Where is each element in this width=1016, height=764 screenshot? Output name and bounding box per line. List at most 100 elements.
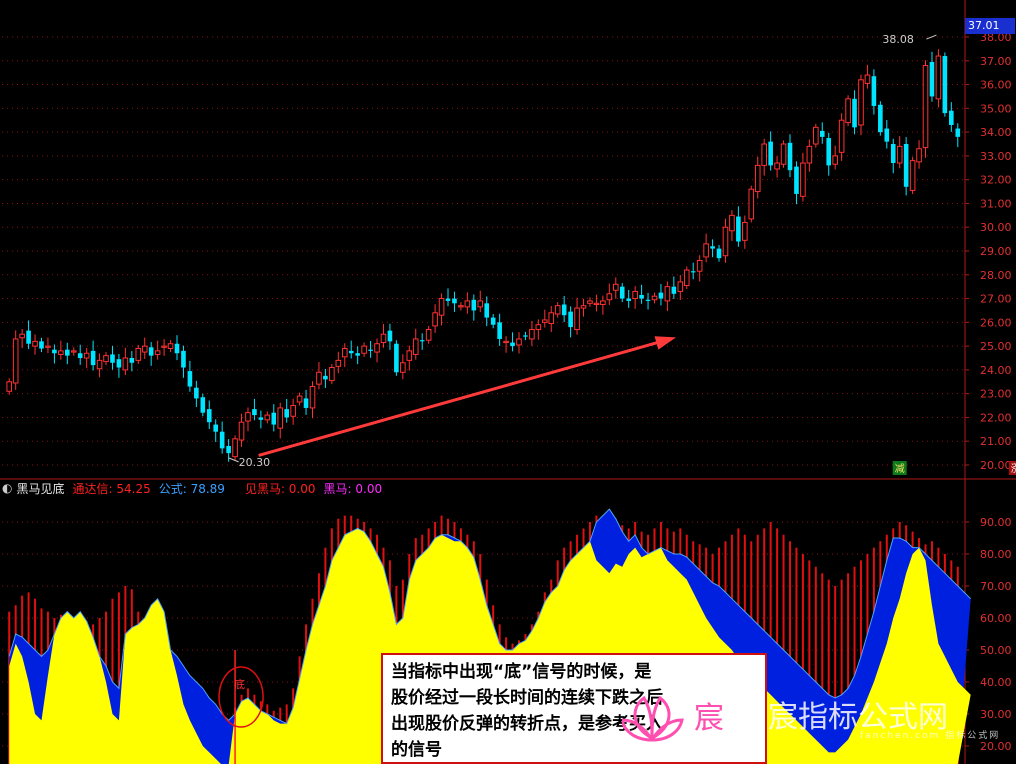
candle-body: [39, 341, 44, 349]
candle-body: [232, 438, 238, 458]
candle-body: [774, 162, 780, 170]
price-tick-label: 32.00: [980, 174, 1012, 187]
candle-body: [651, 295, 658, 301]
annotation-box: 当指标中出现“底”信号的时候，是 股价经过一段长时间的连续下跌之后 出现股价反弹…: [381, 653, 767, 764]
price-tick-label: 20.00: [980, 459, 1012, 472]
candle-body: [110, 354, 115, 363]
candle-body: [445, 298, 451, 301]
candle-body: [161, 345, 167, 348]
signal-label: 底: [234, 677, 245, 691]
candle-body: [303, 398, 309, 408]
trend-arrow-shaft: [258, 337, 671, 457]
candle-body: [529, 328, 535, 340]
annotation-line: 当指标中出现“底”信号的时候，是: [391, 662, 652, 682]
price-tick-label: 22.00: [980, 411, 1012, 424]
candle-body: [806, 145, 813, 164]
candle-body: [942, 56, 948, 114]
price-tick-label: 31.00: [980, 197, 1012, 210]
candle-body: [884, 128, 890, 142]
candle-body: [329, 367, 335, 382]
candle-body: [90, 350, 96, 366]
candle-body: [70, 350, 77, 353]
candle-body: [154, 350, 161, 355]
param-3: 见黑马: 0.00: [244, 481, 316, 496]
candle-body: [432, 312, 438, 327]
price-tick-label: 24.00: [980, 364, 1012, 377]
candle-body: [703, 243, 709, 258]
candle-body: [838, 119, 845, 153]
collapse-icon[interactable]: ◐: [2, 481, 12, 495]
price-tick-label: 28.00: [980, 269, 1012, 282]
price-tick-label: 21.00: [980, 435, 1012, 448]
candle-body: [458, 305, 464, 308]
candle-body: [612, 283, 619, 291]
candle-body: [252, 409, 257, 416]
price-tick-label: 33.00: [980, 150, 1012, 163]
candle-body: [116, 359, 122, 368]
candle-body: [858, 79, 864, 126]
param-1: 通达信: 54.25: [72, 481, 151, 496]
candle-body: [606, 293, 613, 301]
candle-body: [658, 292, 664, 299]
candle-body: [819, 130, 825, 137]
candle-body: [258, 417, 264, 420]
candle-body: [754, 164, 761, 193]
candle-body: [619, 286, 625, 299]
candle-body: [768, 141, 773, 166]
candle-body: [129, 358, 135, 363]
candle-body: [677, 281, 684, 292]
candle-body: [909, 160, 916, 191]
indicator-tick-label: 20.00: [980, 740, 1012, 753]
candle-body: [296, 395, 303, 403]
indicator-name[interactable]: 黑马见底: [16, 480, 64, 497]
candle-body: [335, 359, 342, 367]
candle-body: [794, 166, 799, 194]
candle-body: [290, 405, 296, 417]
candle-body: [167, 343, 174, 349]
candle-body: [181, 350, 186, 368]
candle-body: [245, 412, 251, 422]
candle-body: [32, 340, 38, 347]
candle-body: [174, 343, 180, 354]
candle-body: [639, 294, 644, 299]
candle-body: [45, 345, 51, 348]
candle-body: [916, 148, 922, 163]
candle-body: [96, 359, 103, 370]
low-label-pointer: [228, 457, 239, 463]
candle-body: [65, 349, 70, 356]
indicator-tick-label: 30.00: [980, 708, 1012, 721]
candle-body: [826, 138, 832, 166]
candle-body: [122, 357, 129, 371]
candle-body: [316, 371, 322, 385]
candle-body: [832, 155, 838, 165]
candle-body: [542, 319, 548, 323]
candle-body: [632, 290, 638, 300]
price-tick-label: 34.00: [980, 126, 1012, 139]
candle-body: [490, 317, 496, 325]
param-2: 公式: 78.89: [158, 481, 225, 496]
candle-body: [361, 345, 367, 354]
candle-body: [523, 335, 528, 337]
candle-body: [949, 110, 954, 125]
candle-body: [103, 355, 109, 363]
candle-body: [736, 216, 741, 242]
candle-body: [284, 409, 289, 418]
candle-body: [348, 350, 354, 354]
high-label: 38.08: [882, 33, 914, 46]
candle-body: [878, 104, 883, 133]
candle-body: [535, 324, 542, 330]
price-tick-label: 29.00: [980, 245, 1012, 258]
price-tick-label: 25.00: [980, 340, 1012, 353]
candle-body: [554, 305, 561, 315]
last-price-tag: 37.01: [965, 18, 1015, 34]
candle-body: [238, 421, 245, 441]
candle-body: [593, 302, 600, 306]
candle-body: [6, 381, 13, 392]
indicator-tick-label: 50.00: [980, 644, 1012, 657]
candle-body: [58, 350, 64, 355]
candle-body: [464, 300, 471, 308]
candle-body: [600, 300, 606, 305]
candle-body: [497, 322, 502, 339]
candle-body: [206, 409, 212, 423]
candle-body: [852, 98, 857, 128]
